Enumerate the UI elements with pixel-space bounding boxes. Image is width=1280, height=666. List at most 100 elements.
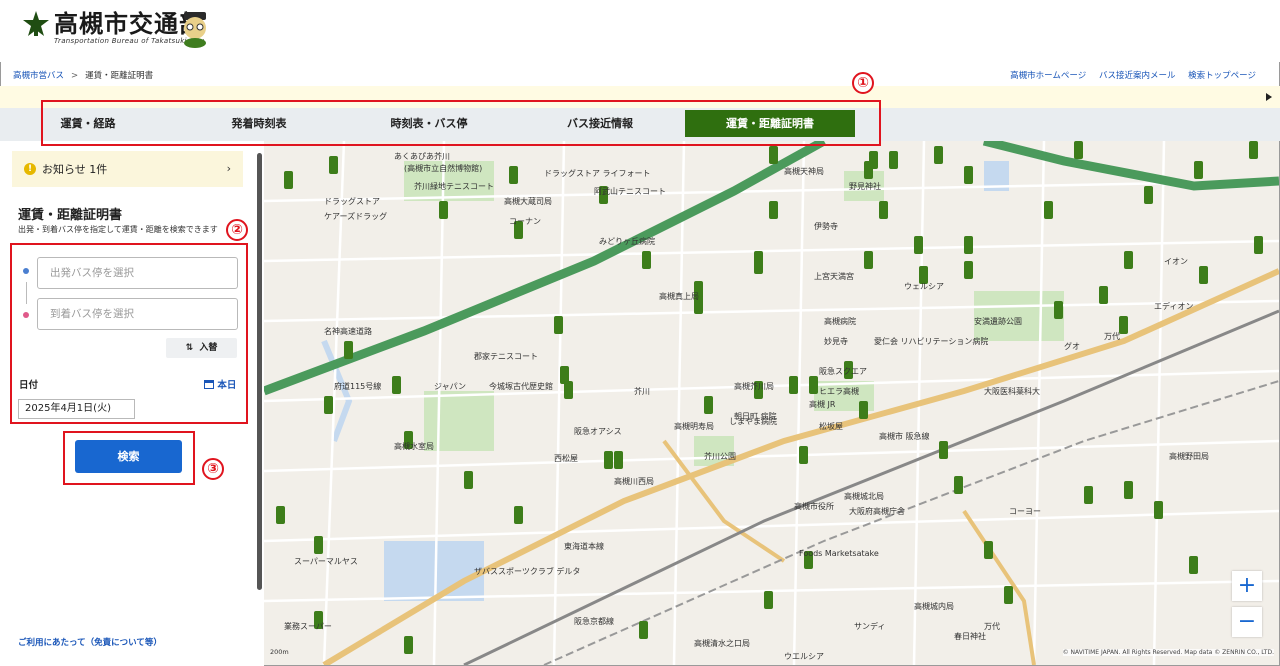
bus-stop-marker bbox=[964, 261, 973, 279]
map-place-label: 万代 bbox=[984, 622, 1000, 631]
sidebar-scrollbar[interactable] bbox=[257, 153, 262, 590]
map-place-label: 高槻芥川局 bbox=[734, 382, 774, 391]
map-place-label: 高槻清水之口局 bbox=[694, 639, 750, 648]
bus-stop-marker bbox=[1124, 251, 1133, 269]
map-place-label: ドラッグストア bbox=[324, 197, 380, 206]
map-place-label: 野見神社 bbox=[849, 182, 881, 191]
bus-stop-marker bbox=[509, 166, 518, 184]
bus-stop-marker bbox=[789, 376, 798, 394]
bus-stop-marker bbox=[939, 441, 948, 459]
map-place-label: コーヨー bbox=[1009, 507, 1041, 516]
map-place-label: グオ bbox=[1064, 342, 1080, 351]
map-place-label: 郡家テニスコート bbox=[474, 352, 538, 361]
map-credit: © NAVITIME JAPAN. All Rights Reserved. M… bbox=[1062, 649, 1274, 656]
bus-stop-marker bbox=[769, 201, 778, 219]
bus-stop-marker bbox=[964, 236, 973, 254]
bus-stop-marker bbox=[769, 146, 778, 164]
play-arrow-icon[interactable] bbox=[1266, 93, 1272, 101]
bus-stop-marker bbox=[1124, 481, 1133, 499]
bus-stop-marker bbox=[809, 376, 818, 394]
zoom-out-button[interactable]: − bbox=[1232, 607, 1262, 637]
map-place-label: 高槻大蔵司局 bbox=[504, 197, 552, 206]
map-place-label: ウエルシア bbox=[784, 652, 824, 661]
bus-stop-marker bbox=[642, 251, 651, 269]
map-place-label: イオン bbox=[1164, 257, 1188, 266]
bus-stop-marker bbox=[1249, 141, 1258, 159]
bus-stop-marker bbox=[344, 341, 353, 359]
bus-stop-marker bbox=[859, 401, 868, 419]
bus-stop-marker bbox=[934, 146, 943, 164]
map-place-label: 芥川緑地テニスコート bbox=[414, 182, 494, 191]
bus-stop-marker bbox=[1154, 501, 1163, 519]
bus-stop-marker bbox=[639, 621, 648, 639]
map-scale: 200m bbox=[270, 648, 289, 656]
link-search-top[interactable]: 検索トップページ bbox=[1188, 71, 1256, 81]
bus-stop-marker bbox=[1199, 266, 1208, 284]
map-place-label: ドラッグストア ライフォート bbox=[544, 169, 651, 178]
map-place-label: みどりヶ丘病院 bbox=[599, 237, 655, 246]
breadcrumb-current: 運賃・距離証明書 bbox=[85, 71, 154, 81]
map-place-label: 大阪府高槻庁舎 bbox=[849, 507, 905, 516]
notice-label: お知らせ 1件 bbox=[42, 163, 108, 176]
map-place-label: ザバススポーツクラブ デルタ bbox=[474, 567, 581, 576]
annotation-box-search bbox=[63, 431, 195, 485]
map-place-label: ジャパン bbox=[434, 382, 466, 391]
bus-stop-marker bbox=[554, 316, 563, 334]
terms-link[interactable]: ご利用にあたって（免責について等） bbox=[18, 636, 162, 648]
map-place-label: ヒエラ高槻 bbox=[819, 387, 859, 396]
bus-stop-marker bbox=[1099, 286, 1108, 304]
site-header: 高槻市交通部 Transportation Bureau of Takatsuk… bbox=[0, 0, 1280, 62]
map-place-label: 妙見寺 bbox=[824, 337, 848, 346]
logo-emblem-icon bbox=[23, 11, 49, 36]
map-place-label: 高槻天神局 bbox=[784, 167, 824, 176]
map-place-label: 万代 bbox=[1104, 332, 1120, 341]
breadcrumb: 高槻市営バス > 運賃・距離証明書 bbox=[13, 69, 153, 81]
chevron-right-icon: › bbox=[226, 162, 231, 175]
map-place-label: 阪急オアシス bbox=[574, 427, 622, 436]
map-place-label: 高槻城内局 bbox=[914, 602, 954, 611]
bus-stop-marker bbox=[879, 201, 888, 219]
map-place-label: 今城塚古代歴史館 bbox=[489, 382, 553, 391]
bus-stop-marker bbox=[754, 256, 763, 274]
map-place-label: 松坂屋 bbox=[819, 422, 843, 431]
bus-stop-marker bbox=[1189, 556, 1198, 574]
map-place-label: 西松屋 bbox=[554, 454, 578, 463]
notice-banner[interactable]: ! お知らせ 1件 › bbox=[12, 151, 243, 187]
bus-stop-marker bbox=[1119, 316, 1128, 334]
bus-stop-marker bbox=[704, 396, 713, 414]
map-place-label: 伊勢寺 bbox=[814, 222, 838, 231]
annotation-box-tabs bbox=[41, 100, 881, 146]
map-place-label: 高槻市 阪急線 bbox=[879, 432, 930, 441]
annotation-number-2: ② bbox=[226, 219, 248, 241]
bus-stop-marker bbox=[1044, 201, 1053, 219]
site-logo[interactable]: 高槻市交通部 Transportation Bureau of Takatsuk… bbox=[22, 10, 204, 45]
map-place-label: 名神高速道路 bbox=[324, 327, 372, 336]
bus-stop-marker bbox=[439, 201, 448, 219]
bus-stop-marker bbox=[1254, 236, 1263, 254]
bus-stop-marker bbox=[324, 396, 333, 414]
link-city-homepage[interactable]: 高槻市ホームページ bbox=[1010, 71, 1086, 81]
map-place-label: スーパーマルヤス bbox=[294, 557, 358, 566]
link-bus-approach-mail[interactable]: バス接近案内メール bbox=[1099, 71, 1176, 81]
map-place-label: 阿武山テニスコート bbox=[594, 187, 666, 196]
breadcrumb-link-bus[interactable]: 高槻市営バス bbox=[13, 71, 64, 81]
bus-stop-marker bbox=[284, 171, 293, 189]
map-place-label: 芥川 bbox=[634, 387, 650, 396]
map-place-label: 春日神社 bbox=[954, 632, 986, 641]
map-place-label: 高槻真上局 bbox=[659, 292, 699, 301]
bus-stop-marker bbox=[964, 166, 973, 184]
bus-stop-marker bbox=[914, 236, 923, 254]
map-view[interactable]: あくあぴあ芥川 (高槻市立自然博物館) 芥川緑地テニスコート ドラッグストア ライフォ… bbox=[264, 141, 1279, 665]
map-place-label: 府道115号線 bbox=[334, 382, 382, 391]
bus-stop-marker bbox=[1084, 486, 1093, 504]
map-place-label: (高槻市立自然博物館) bbox=[404, 164, 483, 173]
annotation-box-form bbox=[10, 243, 248, 424]
bus-stop-marker bbox=[764, 591, 773, 609]
bus-stop-marker bbox=[984, 541, 993, 559]
map-place-label: 安満遺跡公園 bbox=[974, 317, 1022, 326]
map-place-label: しまやま病院 bbox=[729, 417, 777, 426]
annotation-number-1: ① bbox=[852, 72, 874, 94]
zoom-in-button[interactable]: + bbox=[1232, 571, 1262, 601]
top-links: 高槻市ホームページ バス接近案内メール 検索トップページ bbox=[1000, 69, 1256, 81]
map-place-label: 愛仁会 リハビリテーション病院 bbox=[874, 337, 989, 346]
